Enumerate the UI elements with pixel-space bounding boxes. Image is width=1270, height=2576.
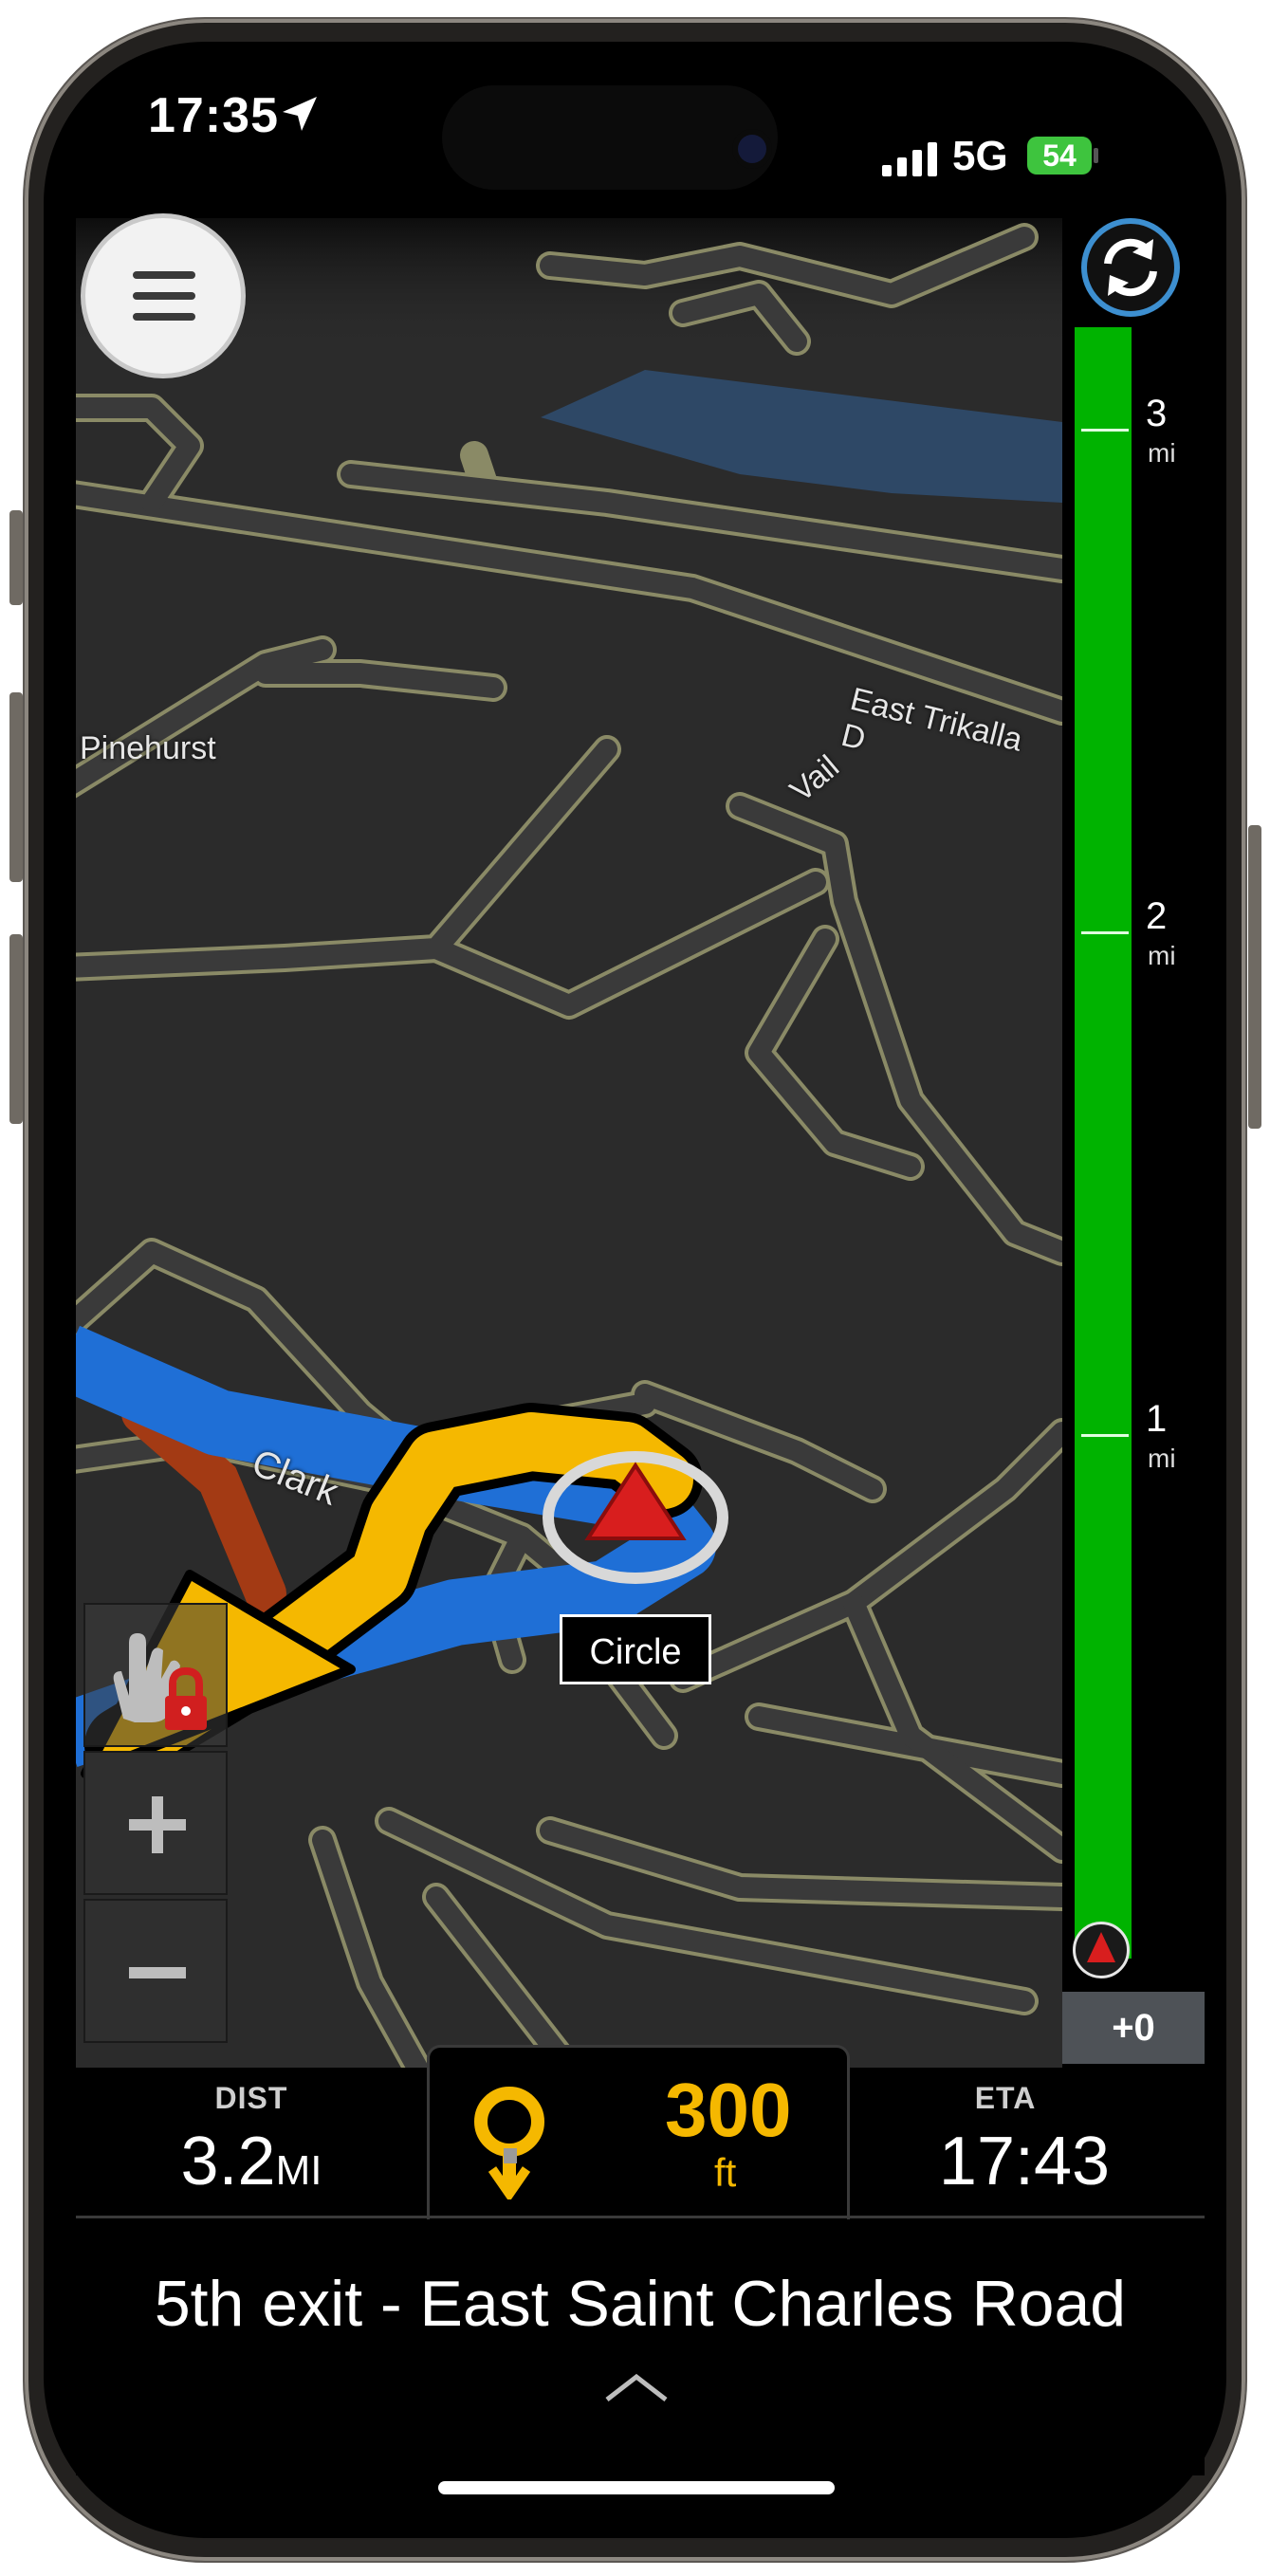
location-arrow-icon [283,97,317,131]
refresh-icon [1104,238,1157,297]
turn-instruction[interactable]: 5th exit - East Saint Charles Road [76,2267,1205,2341]
mile-unit-3: mi [1148,438,1176,468]
mile-unit-2: mi [1148,941,1176,970]
progress-tick-3mi [1081,429,1129,432]
mile-marker-1: 1 [1146,1398,1168,1440]
next-turn-unit: ft [714,2150,737,2195]
next-turn-box[interactable]: 300 ft [427,2045,850,2219]
progress-position-marker [1073,1922,1130,1978]
street-label-pinehurst: Pinehurst [80,730,216,766]
panel-divider [76,2216,1205,2218]
battery-tip [1094,148,1098,163]
hamburger-icon [133,271,195,321]
zoom-in-button[interactable] [83,1751,228,1895]
battery-level: 54 [1042,138,1077,173]
vehicle-arrow-icon [1087,1932,1115,1962]
pan-lock-button[interactable] [83,1603,228,1747]
mile-marker-3: 3 [1146,393,1168,434]
sync-button[interactable] [1081,218,1180,317]
chevron-up-icon[interactable] [603,2371,670,2403]
dynamic-island [442,85,778,190]
progress-tick-2mi [1081,931,1129,934]
next-turn-distance: 300 [665,2068,792,2152]
network-type: 5G [952,133,1008,179]
eta-value[interactable]: 17:43 [892,2123,1157,2200]
distance-number: 3.2 [180,2124,276,2199]
cellular-signal-icon [882,142,937,176]
time-offset-badge[interactable]: +0 [1062,1992,1205,2064]
power-button [1248,825,1261,1129]
mile-unit-1: mi [1148,1444,1176,1473]
hand-lock-icon [113,1633,207,1730]
water-body [541,370,1062,503]
home-indicator[interactable] [438,2481,835,2494]
zoom-out-button[interactable] [83,1899,228,2043]
distance-unit: MI [275,2147,322,2194]
roundabout-exit-icon [474,2087,544,2199]
mile-marker-2: 2 [1146,895,1168,937]
battery-indicator: 54 [1027,137,1092,175]
current-location-label: Circle [560,1614,711,1684]
volume-up-button [9,692,23,882]
eta-label: ETA [974,2081,1037,2115]
minus-icon [129,1967,186,1978]
volume-down-button [9,934,23,1124]
plus-icon [129,1796,186,1853]
menu-button[interactable] [85,218,241,374]
front-camera [738,135,766,163]
progress-tick-1mi [1081,1434,1129,1437]
status-time: 17:35 [148,88,279,143]
distance-label: DIST [214,2081,288,2115]
route-progress-bar [1075,327,1132,1959]
distance-value[interactable]: 3.2MI [95,2123,408,2200]
mute-switch [9,510,23,605]
